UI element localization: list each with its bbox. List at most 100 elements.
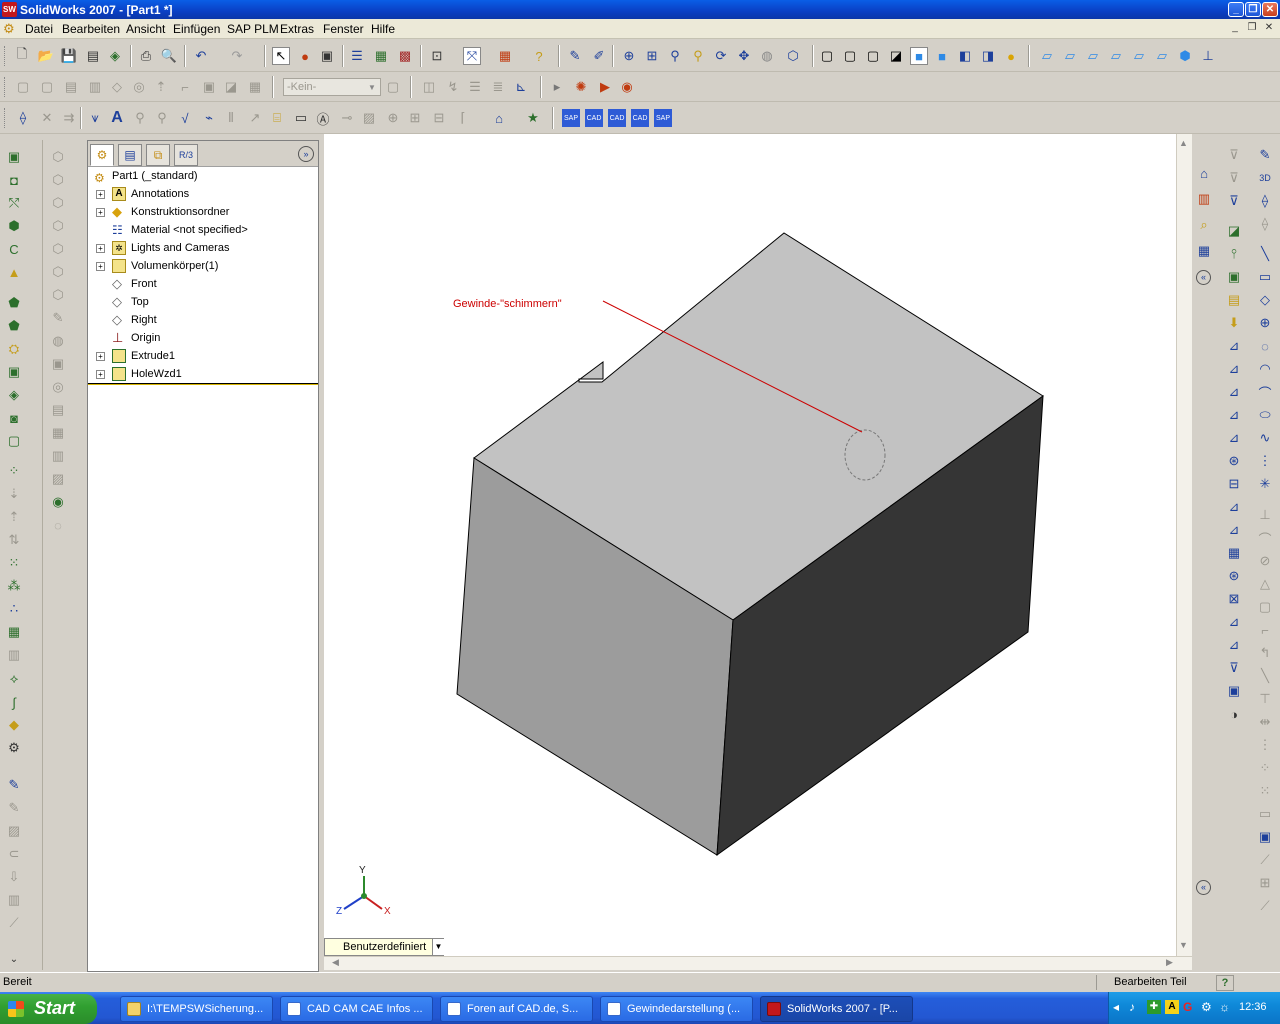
linear-pattern-icon[interactable]: ⁘: [5, 462, 23, 480]
sketch-relation-icon[interactable]: ⊿: [1225, 521, 1243, 539]
macro-run-icon[interactable]: ✺: [572, 78, 590, 96]
scroll-left-icon[interactable]: ◀: [332, 957, 339, 968]
sap-icon[interactable]: SAP: [562, 109, 580, 127]
smart-dimension-icon[interactable]: ⟠: [14, 109, 32, 127]
undo-icon[interactable]: ↶: [192, 47, 210, 65]
surface-finish-icon[interactable]: √: [176, 109, 194, 127]
menu-sap-plm[interactable]: SAP PLM: [227, 22, 279, 36]
centerline-icon[interactable]: ⋮: [1256, 452, 1274, 470]
grid-icon[interactable]: ▦: [372, 47, 390, 65]
taskbar-item[interactable]: Foren auf CAD.de, S...: [440, 996, 593, 1022]
top-view-icon[interactable]: ▱: [1130, 47, 1148, 65]
view-configuration-tab[interactable]: Benutzerdefiniert ▼: [324, 938, 444, 956]
chevron-down-icon[interactable]: ▼: [432, 939, 444, 955]
feature-works-icon[interactable]: ⚙: [5, 739, 23, 757]
mate-reference-icon[interactable]: ⬇: [1225, 314, 1243, 332]
sketch-relation-icon[interactable]: ⊛: [1225, 452, 1243, 470]
make-drawing-icon[interactable]: ▤: [84, 47, 102, 65]
sketch-relation-icon[interactable]: ⊿: [1225, 383, 1243, 401]
help-question-icon[interactable]: ?: [1216, 975, 1234, 991]
curve-pattern-icon[interactable]: ▦: [5, 623, 23, 641]
3d-drawing-view-icon[interactable]: ◍: [758, 47, 776, 65]
back-view-icon[interactable]: ▱: [1061, 47, 1079, 65]
perimeter-circle-icon[interactable]: ◌: [1256, 337, 1274, 355]
weld-symbol-icon[interactable]: ⌁: [200, 109, 218, 127]
menu-fenster[interactable]: Fenster: [323, 22, 364, 36]
extrude-boss-icon[interactable]: ▣: [5, 148, 23, 166]
collapse-pane-icon[interactable]: «: [1196, 880, 1211, 895]
solidworks-logo-icon[interactable]: SW: [2, 2, 17, 17]
make-assembly-icon[interactable]: ◈: [106, 47, 124, 65]
revolve-boss-icon[interactable]: ◘: [5, 171, 23, 189]
mdi-close-button[interactable]: ✕: [1262, 22, 1276, 35]
shaded-with-edges-icon[interactable]: ◪: [887, 47, 905, 65]
options-list-icon[interactable]: ☰: [348, 47, 366, 65]
sketch-relation-icon[interactable]: ⊿: [1225, 498, 1243, 516]
tree-node-top[interactable]: ◇ Top: [88, 293, 316, 311]
right-view-icon[interactable]: ▱: [1107, 47, 1125, 65]
view-orientation-icon[interactable]: ⊡: [428, 47, 446, 65]
point-icon[interactable]: ✳: [1256, 475, 1274, 493]
plane-tool-icon[interactable]: ◪: [1225, 222, 1243, 240]
tree-node-front[interactable]: ◇ Front: [88, 275, 316, 293]
bottom-view-icon[interactable]: ▱: [1153, 47, 1171, 65]
chevron-down-icon[interactable]: ▼: [365, 80, 379, 94]
3d-sketch-icon[interactable]: 3D: [1256, 169, 1274, 187]
clock[interactable]: 12:36: [1239, 1001, 1267, 1013]
file-properties-icon[interactable]: ▣: [318, 47, 336, 65]
layer-select[interactable]: -Kein- ▼: [283, 78, 381, 96]
arc-icon[interactable]: ◠: [1256, 360, 1274, 378]
circle-icon[interactable]: ⊕: [1256, 314, 1274, 332]
sketch-picture-icon[interactable]: ▣: [1256, 828, 1274, 846]
model-viewport[interactable]: [324, 134, 1176, 956]
taskbar-item[interactable]: I:\TEMPSWSicherung...: [120, 996, 273, 1022]
chamfer-icon[interactable]: ⬟: [5, 317, 23, 335]
sketch-relation-icon[interactable]: ◑: [1225, 705, 1243, 723]
expand-plus-icon[interactable]: +: [96, 190, 105, 199]
save-icon[interactable]: 💾: [60, 47, 78, 65]
rib-icon[interactable]: ⛭: [5, 340, 23, 358]
expand-plus-icon[interactable]: +: [96, 352, 105, 361]
taskbar-item-active[interactable]: SolidWorks 2007 - [P...: [760, 996, 913, 1022]
tree-root[interactable]: ⚙ Part1 (_standard): [88, 167, 316, 185]
view-orientation-cube-icon[interactable]: ⬡: [784, 47, 802, 65]
model-items-icon[interactable]: ⩛: [86, 109, 104, 127]
restore-button[interactable]: ❐: [1245, 2, 1261, 17]
left-view-icon[interactable]: ▱: [1084, 47, 1102, 65]
menu-ansicht[interactable]: Ansicht: [126, 22, 165, 36]
sketch-relation-icon[interactable]: ⊿: [1225, 337, 1243, 355]
curves-icon[interactable]: ∫: [5, 693, 23, 711]
scroll-right-icon[interactable]: ▶: [1166, 957, 1173, 968]
mdi-minimize-button[interactable]: _: [1228, 22, 1242, 35]
hidden-lines-removed-icon[interactable]: ▢: [864, 47, 882, 65]
pan-icon[interactable]: ✥: [735, 47, 753, 65]
wrap-icon[interactable]: ▢: [5, 432, 23, 450]
sketch-icon[interactable]: ✎: [1256, 146, 1274, 164]
dome-icon[interactable]: ◙: [5, 409, 23, 427]
shell-icon[interactable]: ▣: [5, 363, 23, 381]
smart-dimension-icon[interactable]: ✐: [590, 47, 608, 65]
select-filter-icon[interactable]: ⤧: [463, 47, 481, 65]
tree-node-material[interactable]: ☷ Material <not specified>: [88, 221, 316, 239]
expand-plus-icon[interactable]: +: [96, 262, 105, 271]
sketch-relation-icon[interactable]: ⊿: [1225, 406, 1243, 424]
tree-node-holewzd1[interactable]: + HoleWzd1: [88, 365, 316, 383]
rollback-bar[interactable]: [88, 383, 318, 385]
sketch-pattern-icon[interactable]: ∴: [5, 600, 23, 618]
polygon-icon[interactable]: ◇: [1256, 291, 1274, 309]
ellipse-icon[interactable]: ⬭: [1256, 406, 1274, 424]
datum-target-icon[interactable]: Ⓐ: [314, 109, 332, 127]
mdi-restore-button[interactable]: ❐: [1245, 22, 1259, 35]
tree-node-lights[interactable]: + ✲ Lights and Cameras: [88, 239, 316, 257]
tree-node-origin[interactable]: ⊥ Origin: [88, 329, 316, 347]
sketch-relation-icon[interactable]: ⊽: [1225, 659, 1243, 677]
smart-dimension-icon[interactable]: ⟠: [1256, 192, 1274, 210]
zoom-area-icon[interactable]: ⊞: [643, 47, 661, 65]
reference-geometry-icon[interactable]: ⟡: [5, 670, 23, 688]
menu-bearbeiten[interactable]: Bearbeiten: [62, 22, 120, 36]
start-button[interactable]: Start: [0, 994, 97, 1024]
macro-icon[interactable]: ▸: [548, 78, 566, 96]
hole-wizard-icon[interactable]: ◈: [5, 386, 23, 404]
surface-extrude-icon[interactable]: ◉: [49, 493, 67, 511]
print-icon[interactable]: ⎙: [137, 47, 155, 65]
